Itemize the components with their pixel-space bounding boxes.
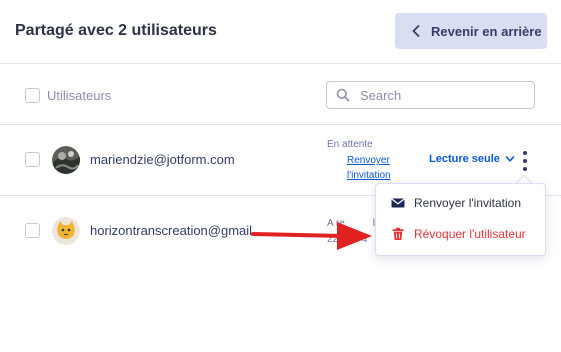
user-options-menu: Renvoyer l'invitation Révoquer l'utilisa… — [375, 183, 546, 256]
search-box[interactable] — [326, 81, 535, 109]
envelope-icon — [391, 196, 405, 210]
page-title: Partagé avec 2 utilisateurs — [15, 22, 217, 39]
annotation-arrow-icon — [251, 222, 372, 250]
user-email: mariendzie@jotform.com — [90, 152, 235, 167]
user-status: En attente — [327, 139, 373, 150]
more-options-icon[interactable] — [517, 149, 533, 173]
menu-item-label: Révoquer l'utilisateur — [414, 227, 526, 241]
resend-link-line1: Renvoyer — [347, 155, 390, 166]
menu-item-label: Renvoyer l'invitation — [414, 196, 522, 210]
user-email: horizontranscreation@gmail. — [90, 223, 256, 238]
menu-item-revoke-user[interactable]: Révoquer l'utilisateur — [376, 219, 545, 249]
permission-dropdown[interactable]: Lecture seule — [429, 153, 515, 165]
select-all-checkbox[interactable] — [25, 88, 40, 103]
search-icon — [336, 88, 350, 102]
list-header: Utilisateurs — [0, 65, 561, 125]
avatar — [52, 146, 80, 174]
resend-invitation-link[interactable]: Renvoyer l'invitation — [347, 153, 403, 183]
back-button-label: Revenir en arrière — [431, 23, 542, 39]
menu-item-resend-invitation[interactable]: Renvoyer l'invitation — [376, 188, 545, 218]
panel-header: Partagé avec 2 utilisateurs Revenir en a… — [0, 0, 561, 64]
avatar — [52, 217, 80, 245]
user-checkbox[interactable] — [25, 223, 40, 238]
trash-icon — [391, 227, 405, 241]
chevron-down-icon — [505, 154, 515, 164]
users-column-label: Utilisateurs — [47, 88, 112, 103]
user-checkbox[interactable] — [25, 152, 40, 167]
permission-label: Lecture seule — [429, 153, 500, 165]
back-button[interactable]: Revenir en arrière — [395, 13, 547, 49]
chevron-left-icon — [409, 24, 423, 38]
resend-link-line2: l'invitation — [347, 170, 391, 181]
search-input[interactable] — [360, 87, 520, 103]
